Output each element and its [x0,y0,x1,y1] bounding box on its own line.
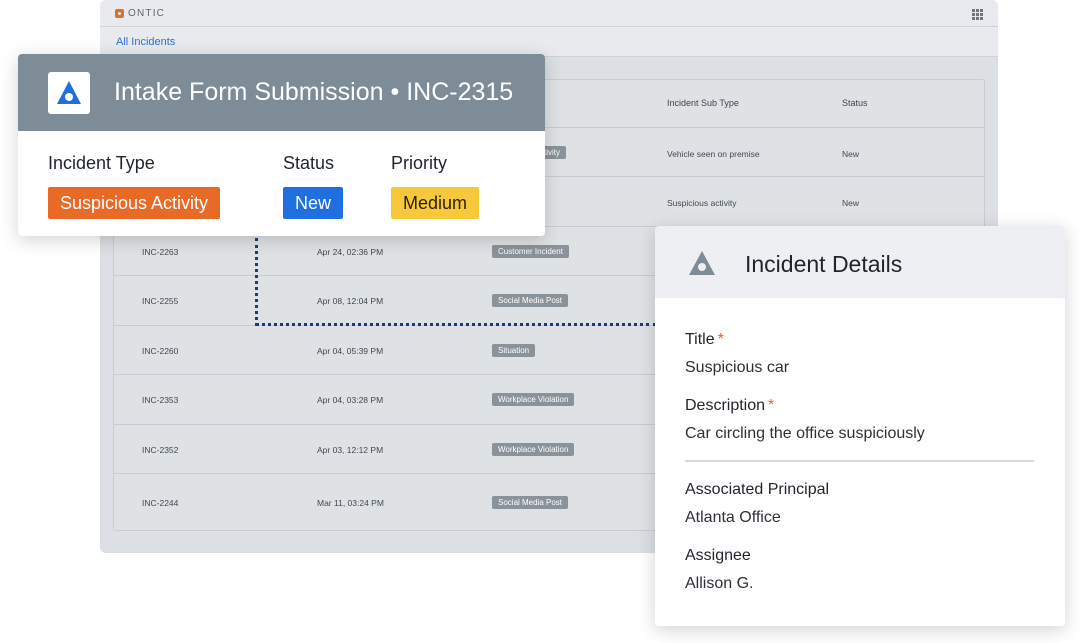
intake-header: Intake Form Submission • INC-2315 [18,54,545,131]
required-mark: * [717,331,724,348]
type-tag: Social Media Post [492,496,569,509]
priority-label: Priority [391,153,448,173]
ontic-logo-icon [115,9,124,18]
date-cell: Mar 11, 03:24 PM [317,498,384,508]
incident-id-cell: INC-2255 [142,296,179,306]
description-label-text: Description [685,397,766,414]
incident-id-cell: INC-2353 [142,395,179,405]
type-tag: Situation [492,344,536,357]
ontic-logo[interactable]: ONTIC [115,8,165,19]
ontic-triangle-icon [48,72,90,114]
date-cell: Apr 04, 03:28 PM [317,395,384,405]
incident-id-cell: INC-2260 [142,346,179,356]
assignee-label: Assignee [685,547,751,564]
title-field-label: Title * [685,331,724,349]
title-value[interactable]: Suspicious car [685,359,789,377]
status-cell: New [842,198,860,208]
title-label-text: Title [685,331,715,348]
priority-badge: Medium [391,187,480,219]
required-mark: * [768,397,775,414]
date-cell: Apr 04, 05:39 PM [317,346,384,356]
type-tag: Workplace Violation [492,393,575,406]
description-field-label: Description * [685,397,774,415]
incident-id-cell: INC-2263 [142,247,179,257]
date-cell: Apr 03, 12:12 PM [317,445,384,455]
details-header: Incident Details [655,226,1065,298]
subtype-cell: Vehicle seen on premise [667,149,760,159]
details-divider [685,460,1034,462]
subtype-cell: Suspicious activity [667,198,737,208]
incident-id-cell: INC-2352 [142,445,179,455]
date-cell: Apr 24, 02:36 PM [317,247,384,257]
logo-text: ONTIC [128,8,166,19]
date-cell: Apr 08, 12:04 PM [317,296,384,306]
breadcrumb-all-incidents[interactable]: All Incidents [116,36,175,48]
ontic-triangle-icon [689,251,715,275]
incident-type-label: Incident Type [48,153,155,173]
type-tag: Workplace Violation [492,443,575,456]
incident-id-cell: INC-2244 [142,498,179,508]
assignee-value[interactable]: Allison G. [685,575,753,593]
details-title: Incident Details [745,251,903,277]
incident-details-card: Incident Details Title * Suspicious car D… [655,226,1065,626]
apps-grid-icon[interactable] [972,9,983,20]
breadcrumb-bar: All Incidents [100,27,998,57]
status-label: Status [283,153,335,173]
type-tag: Social Media Post [492,294,569,307]
type-tag: Customer Incident [492,245,569,258]
incident-type-badge: Suspicious Activity [48,187,221,219]
principal-value[interactable]: Atlanta Office [685,509,781,527]
status-cell: New [842,149,860,159]
status-badge: New [283,187,344,219]
description-value[interactable]: Car circling the office suspiciously [685,425,925,443]
connector-horizontal [255,323,657,326]
intake-title: Intake Form Submission • INC-2315 [114,78,514,106]
column-header-subtype[interactable]: Incident Sub Type [667,98,739,108]
top-bar: ONTIC [100,0,998,27]
intake-form-card: Intake Form Submission • INC-2315 Incide… [18,54,545,236]
connector-vertical [255,238,258,326]
column-header-status[interactable]: Status [842,98,868,108]
principal-label: Associated Principal [685,481,830,498]
